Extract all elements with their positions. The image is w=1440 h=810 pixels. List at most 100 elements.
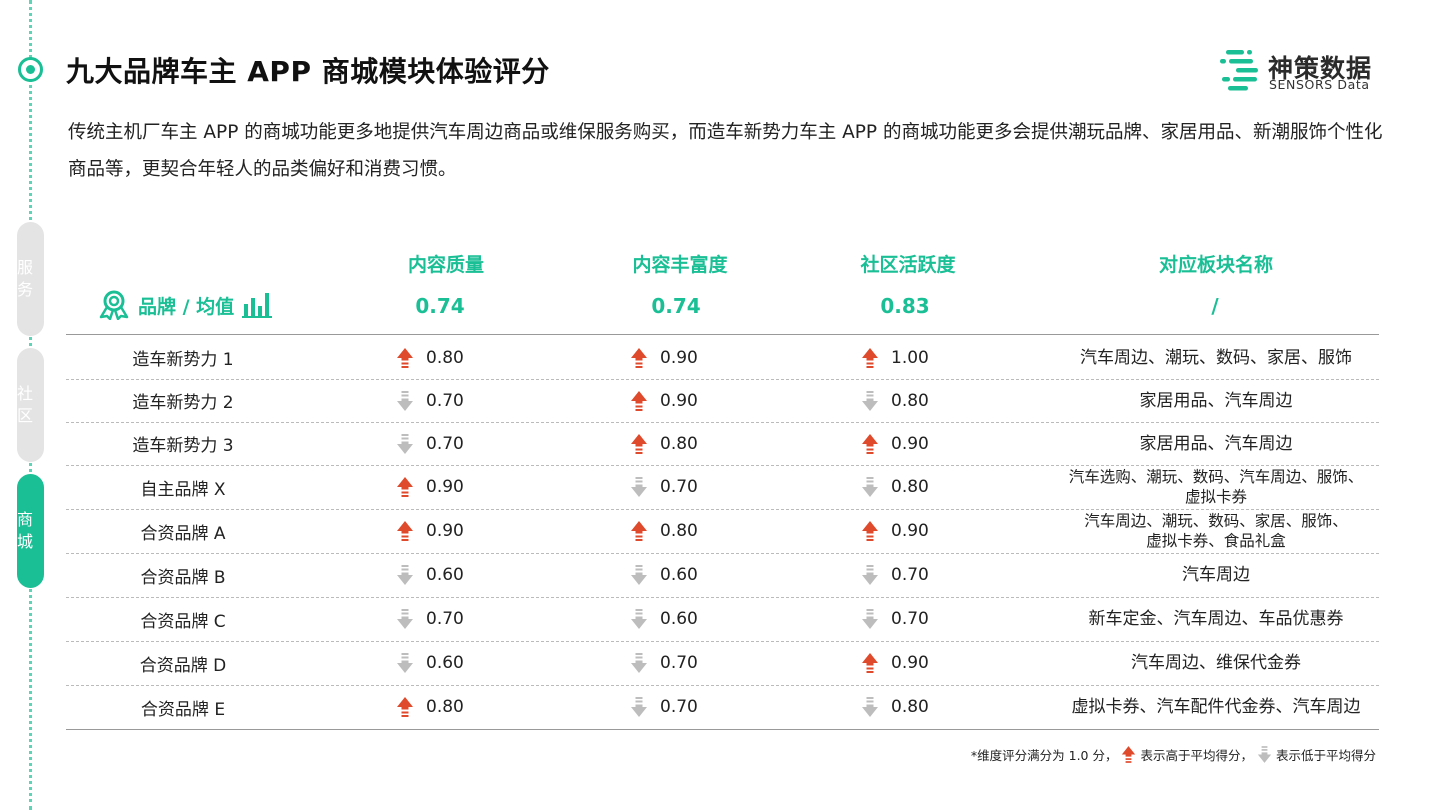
score-value: 0.70 [660,477,698,497]
table-row: 造车新势力 2 0.70 0.90 0.80 家居用品、汽车周边 [66,379,1379,423]
arrow-up-icon [397,697,413,717]
score-cell: 0.80 [630,509,698,553]
score-value: 0.90 [660,390,698,411]
logo-subtext: SENSORS Data [1269,77,1370,92]
score-value: 0.80 [660,433,698,454]
score-cell: 0.70 [396,597,464,641]
score-cell: 0.80 [630,422,698,465]
rail-tab-label: 服务 [17,258,34,299]
arrow-down-icon [631,477,647,497]
sensors-logo-icon [1220,50,1258,91]
sections-lines: 汽车周边、潮玩、数码、家居、服饰、 虚拟卡券、食品礼盒 [1084,511,1348,551]
table-row: 合资品牌 E 0.80 0.70 0.80 虚拟卡券、汽车配件代金券、汽车周边 [66,685,1379,730]
score-cell: 0.70 [630,685,698,729]
score-value: 0.70 [426,433,464,454]
rail-tab-community[interactable]: 社区 [17,348,44,462]
bar-chart-icon [242,293,273,318]
score-cell: 0.90 [630,336,698,379]
footnote-up-text: 表示高于平均得分， [1140,748,1253,763]
brand-cell: 合资品牌 B [140,567,226,588]
rail-tab-mall[interactable]: 商城 [17,474,44,588]
arrow-up-icon [631,390,647,411]
score-cell: 0.60 [630,597,698,641]
score-cell: 0.90 [396,465,464,509]
score-cell: 0.90 [861,422,929,465]
score-value: 0.80 [891,390,929,411]
arrow-up-icon [397,477,413,497]
brand-header-label: 品牌 / 均值 [138,295,235,318]
arrow-up-icon [862,347,878,368]
column-header-richness: 内容丰富度 [632,254,728,276]
arrow-down-icon [862,477,878,497]
arrow-up-icon [397,347,413,368]
sections-line: 虚拟卡券 [1184,488,1247,506]
score-cell: 0.90 [861,641,929,685]
score-value: 0.80 [426,697,464,717]
table-row: 合资品牌 C 0.70 0.60 0.70 新车定金、汽车周边、车品优惠券 [66,597,1379,642]
column-header-quality: 内容质量 [407,254,484,276]
score-cell: 0.60 [396,553,464,597]
arrow-down-icon [397,390,413,411]
brand-cell: 合资品牌 E [140,699,226,720]
arrow-up-icon [397,521,413,541]
table-row: 合资品牌 A 0.90 0.80 0.90 汽车周边、潮玩、数码、家居、服饰、 虚拟卡券、… [66,509,1379,554]
rail-tab-service[interactable]: 服务 [17,222,44,336]
score-cell: 1.00 [861,336,929,379]
sections-line: 汽车选购、潮玩、数码、汽车周边、服饰、 [1068,468,1364,486]
score-value: 0.60 [660,609,698,629]
arrow-down-icon [397,609,413,629]
arrow-up-icon [862,521,878,541]
score-value: 0.90 [891,433,929,454]
arrow-down-icon [397,565,413,585]
brand-cell: 造车新势力 1 [132,350,234,370]
score-cell: 0.60 [396,641,464,685]
arrow-down-icon [631,653,647,673]
sections-cell: 汽车周边、潮玩、数码、家居、服饰 [1080,347,1352,368]
arrow-down-icon [397,653,413,673]
score-value: 0.80 [660,521,698,541]
score-value: 0.60 [426,653,464,673]
footnote-prefix: *维度评分满分为 1.0 分， [970,748,1118,763]
arrow-up-icon [631,347,647,368]
arrow-down-icon [631,697,647,717]
score-value: 0.80 [426,347,464,368]
score-cell: 0.70 [861,597,929,641]
score-value: 0.70 [891,565,929,585]
sections-cell: 虚拟卡券、汽车配件代金券、汽车周边 [1071,697,1361,717]
arrow-up-icon [1122,746,1136,763]
score-value: 0.90 [660,347,698,368]
score-cell: 0.70 [630,641,698,685]
brand-cell: 造车新势力 3 [132,436,234,456]
arrow-up-icon [862,433,878,454]
score-value: 0.80 [891,477,929,497]
table-row: 合资品牌 B 0.60 0.60 0.70 汽车周边 [66,553,1379,598]
footnote: *维度评分满分为 1.0 分， 表示高于平均得分， 表示低于平均得分 [971,745,1376,764]
sections-cell: 汽车选购、潮玩、数码、汽车周边、服饰、 虚拟卡券 [1056,465,1376,509]
score-cell: 0.90 [861,509,929,553]
score-value: 0.90 [891,653,929,673]
brand-cell: 合资品牌 D [139,655,227,676]
sections-cell: 家居用品、汽车周边 [1139,390,1293,411]
score-cell: 0.80 [396,336,464,379]
column-header-activity: 社区活跃度 [860,254,956,276]
arrow-down-icon [862,697,878,717]
table-row: 合资品牌 D 0.60 0.70 0.90 汽车周边、维保代金券 [66,641,1379,686]
sections-lines: 汽车选购、潮玩、数码、汽车周边、服饰、 虚拟卡券 [1069,467,1364,507]
score-cell: 0.90 [396,509,464,553]
score-value: 1.00 [891,347,929,368]
arrow-down-icon [862,390,878,411]
sections-cell: 汽车周边 [1182,565,1250,585]
avg-richness: 0.74 [651,294,701,318]
description: 传统主机厂车主 APP 的商城功能更多地提供汽车周边商品或维保服务购买，而造车新… [68,122,1383,180]
arrow-down-icon [631,565,647,585]
score-value: 0.90 [891,521,929,541]
score-cell: 0.80 [861,685,929,729]
score-cell: 0.70 [396,379,464,422]
score-value: 0.60 [426,565,464,585]
table-row: 造车新势力 1 0.80 0.90 1.00 汽车周边、潮玩、数码、家居、服饰 [66,336,1379,380]
table-row: 造车新势力 3 0.70 0.80 0.90 家居用品、汽车周边 [66,422,1379,466]
arrow-down-icon [631,609,647,629]
column-header-sections: 对应板块名称 [1158,254,1273,276]
score-value: 0.90 [426,477,464,497]
brand-cell: 合资品牌 C [140,611,226,632]
